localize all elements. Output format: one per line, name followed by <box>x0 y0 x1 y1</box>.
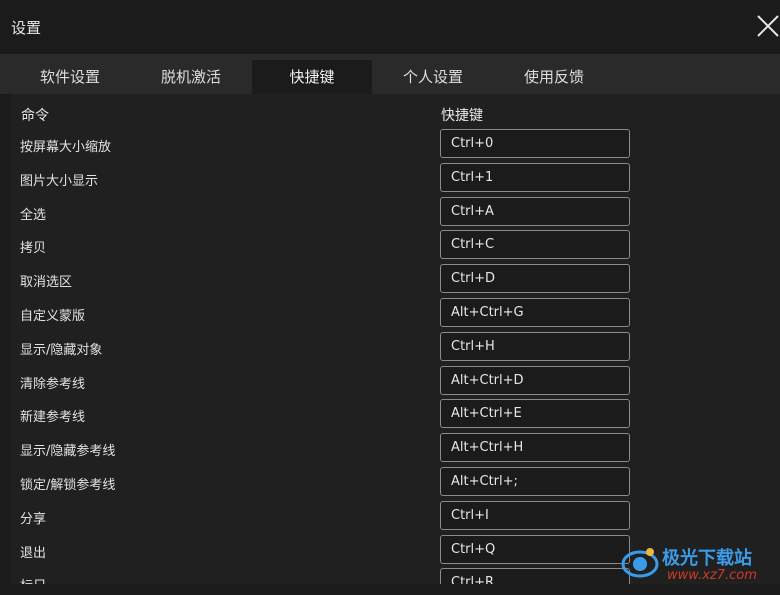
tab-feedback[interactable]: 使用反馈 <box>494 60 614 94</box>
shortcut-row: 显示/隐藏对象 Ctrl+H <box>11 332 771 362</box>
shortcut-value: Ctrl+0 <box>451 136 494 151</box>
watermark-name: 极光下载站 <box>662 548 752 569</box>
shortcut-row: 自定义蒙版 Alt+Ctrl+G <box>11 298 771 328</box>
shortcut-row: 按屏幕大小缩放 Ctrl+0 <box>11 129 771 159</box>
command-label: 显示/隐藏对象 <box>20 343 103 358</box>
dialog-title: 设置 <box>11 19 42 37</box>
shortcut-input[interactable]: Alt+Ctrl+G <box>440 298 630 327</box>
command-label: 拷贝 <box>20 241 47 256</box>
title-bar: 设置 <box>0 0 780 54</box>
command-label: 取消选区 <box>20 275 73 290</box>
shortcut-value: Alt+Ctrl+D <box>451 373 524 388</box>
command-label: 显示/隐藏参考线 <box>20 444 116 459</box>
command-label: 自定义蒙版 <box>20 309 86 324</box>
shortcut-panel[interactable]: 命令 快捷键 按屏幕大小缩放 Ctrl+0 图片大小显示 Ctrl+1 全选 C… <box>11 94 780 584</box>
command-label: 清除参考线 <box>20 377 86 392</box>
tab-offline-activation[interactable]: 脱机激活 <box>131 60 251 94</box>
command-label: 锁定/解锁参考线 <box>20 478 116 493</box>
settings-dialog: 设置 软件设置 脱机激活 快捷键 个人设置 使用反馈 命令 快捷键 按屏幕大小缩… <box>0 0 780 595</box>
tab-bar: 软件设置 脱机激活 快捷键 个人设置 使用反馈 <box>0 54 780 94</box>
shortcut-input[interactable]: Alt+Ctrl+H <box>440 433 630 462</box>
shortcut-input[interactable]: Alt+Ctrl+D <box>440 366 630 395</box>
shortcut-row: 清除参考线 Alt+Ctrl+D <box>11 366 771 396</box>
close-button[interactable] <box>752 10 780 42</box>
command-label: 退出 <box>20 546 47 561</box>
tab-shortcuts[interactable]: 快捷键 <box>252 60 372 94</box>
shortcut-value: Ctrl+D <box>451 271 496 286</box>
shortcut-row: 分享 Ctrl+I <box>11 501 771 531</box>
shortcut-row: 新建参考线 Alt+Ctrl+E <box>11 399 771 429</box>
shortcut-input[interactable]: Ctrl+1 <box>440 163 630 192</box>
shortcut-value: Ctrl+Q <box>451 542 496 557</box>
shortcut-row: 拷贝 Ctrl+C <box>11 230 771 260</box>
shortcut-value: Ctrl+I <box>451 508 489 523</box>
shortcut-value: Ctrl+R <box>451 575 495 584</box>
shortcut-input[interactable]: Ctrl+H <box>440 332 630 361</box>
command-label: 分享 <box>20 512 47 527</box>
command-label: 新建参考线 <box>20 410 86 425</box>
shortcut-row: 图片大小显示 Ctrl+1 <box>11 163 771 193</box>
shortcut-row: 显示/隐藏参考线 Alt+Ctrl+H <box>11 433 771 463</box>
shortcut-value: Ctrl+H <box>451 339 495 354</box>
shortcut-input[interactable]: Alt+Ctrl+E <box>440 399 630 428</box>
watermark: 极光下载站 www.xz7.com <box>620 540 778 588</box>
shortcut-value: Alt+Ctrl+E <box>451 406 522 421</box>
watermark-logo-icon <box>621 548 659 578</box>
shortcut-value: Alt+Ctrl+; <box>451 474 518 489</box>
shortcut-value: Ctrl+1 <box>451 170 494 185</box>
tab-software-settings[interactable]: 软件设置 <box>10 60 130 94</box>
shortcut-value: Alt+Ctrl+G <box>451 305 524 320</box>
watermark-url: www.xz7.com <box>667 568 757 583</box>
shortcut-input[interactable]: Ctrl+D <box>440 264 630 293</box>
shortcut-input[interactable]: Ctrl+C <box>440 230 630 259</box>
shortcut-input[interactable]: Ctrl+Q <box>440 535 630 564</box>
tab-personal-settings[interactable]: 个人设置 <box>373 60 493 94</box>
shortcut-input[interactable]: Ctrl+A <box>440 197 630 226</box>
shortcut-input[interactable]: Ctrl+0 <box>440 129 630 158</box>
shortcut-value: Ctrl+C <box>451 237 495 252</box>
shortcut-row: 取消选区 Ctrl+D <box>11 264 771 294</box>
command-label: 图片大小显示 <box>20 174 99 189</box>
command-column-header: 命令 <box>21 108 49 124</box>
shortcut-value: Ctrl+A <box>451 204 494 219</box>
close-icon <box>757 15 779 37</box>
command-label: 标尺 <box>20 575 46 584</box>
command-label: 按屏幕大小缩放 <box>20 140 112 155</box>
shortcut-input[interactable]: Ctrl+R <box>440 568 630 584</box>
command-label: 全选 <box>20 208 47 223</box>
shortcut-row: 全选 Ctrl+A <box>11 197 771 227</box>
shortcut-input[interactable]: Alt+Ctrl+; <box>440 467 630 496</box>
shortcut-row: 锁定/解锁参考线 Alt+Ctrl+; <box>11 467 771 497</box>
shortcut-column-header: 快捷键 <box>441 108 483 124</box>
shortcut-value: Alt+Ctrl+H <box>451 440 524 455</box>
shortcut-input[interactable]: Ctrl+I <box>440 501 630 530</box>
